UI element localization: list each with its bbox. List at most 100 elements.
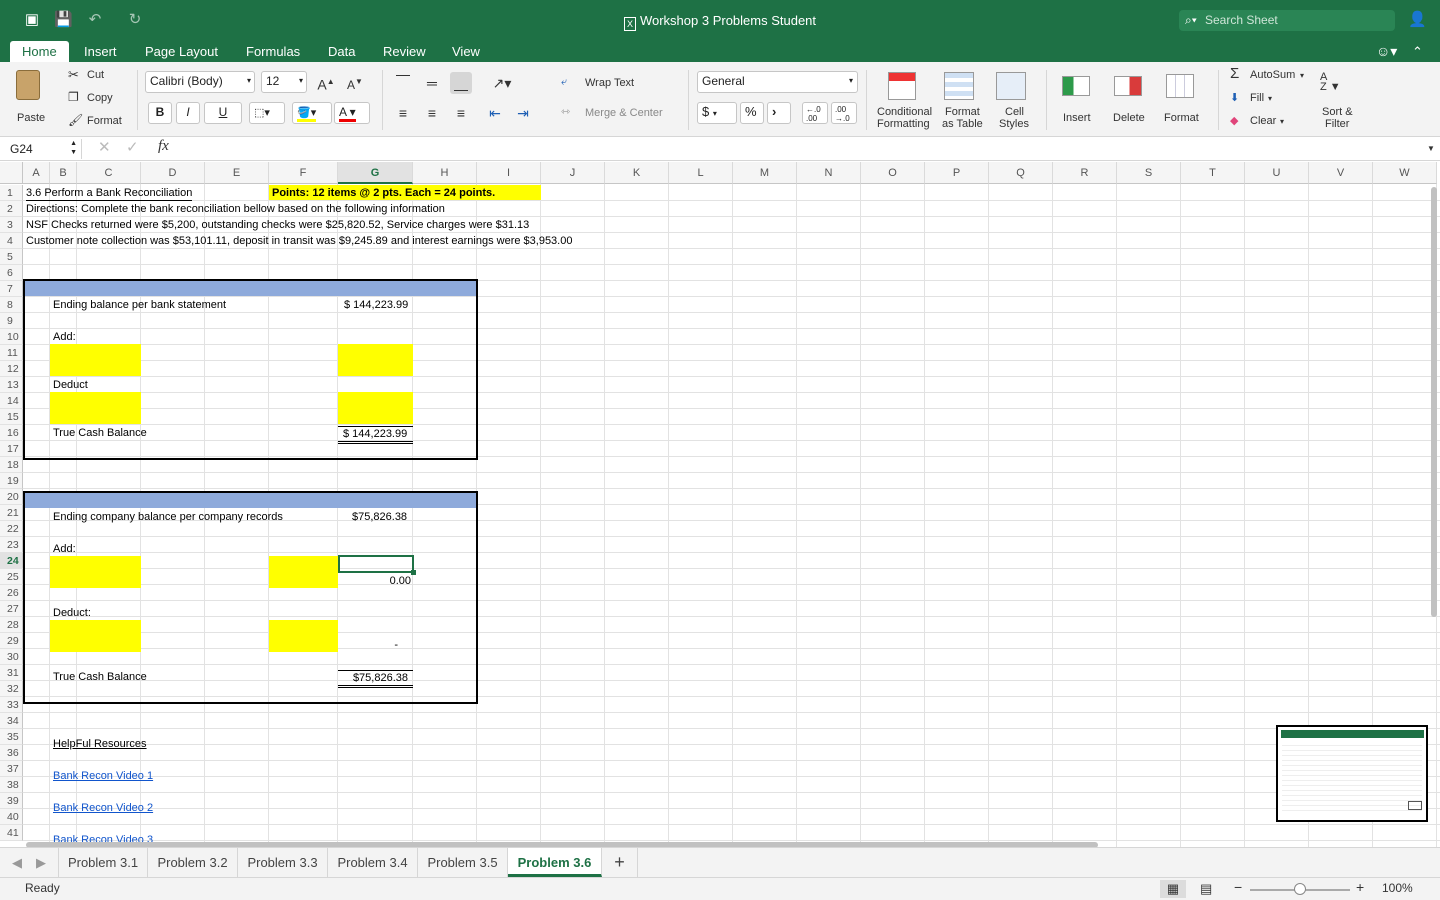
row-header-34[interactable]: 34: [0, 713, 23, 729]
cell-c31-label[interactable]: True Cash Balance: [53, 670, 147, 684]
name-box[interactable]: G24 ▲ ▼: [4, 139, 82, 159]
row-header-10[interactable]: 10: [0, 329, 23, 345]
row-header-2[interactable]: 2: [0, 201, 23, 217]
spreadsheet-grid[interactable]: ABCDEFGHIJKLMNOPQRSTUVW 1 2 3 4 5 6 7 8 9 10 11 12 1…: [0, 162, 1440, 847]
format-as-table-button[interactable]: Format as Table: [940, 68, 988, 132]
align-left-icon[interactable]: ≡: [392, 102, 414, 124]
row-header-7[interactable]: 7: [0, 281, 23, 297]
align-top-icon[interactable]: ⎺: [392, 70, 414, 92]
insert-cells-button[interactable]: Insert: [1054, 68, 1102, 132]
cell-g31-value[interactable]: $75,826.38: [338, 670, 413, 688]
sheet-thumbnail-preview[interactable]: [1276, 725, 1428, 822]
align-center-icon[interactable]: ≡: [421, 102, 443, 124]
enter-icon[interactable]: ✓: [126, 140, 139, 155]
column-header-g[interactable]: G: [338, 162, 413, 184]
row-header-29[interactable]: 29: [0, 633, 23, 649]
row-header-18[interactable]: 18: [0, 457, 23, 473]
cell-g16-value[interactable]: $ 144,223.99: [338, 426, 413, 444]
format-cells-button[interactable]: Format: [1158, 68, 1206, 132]
row-header-20[interactable]: 20: [0, 489, 23, 505]
column-header-a[interactable]: A: [23, 162, 50, 184]
cell-c27-label[interactable]: Deduct:: [53, 606, 91, 620]
feedback-smiley-icon[interactable]: ☺▾: [1376, 41, 1397, 62]
cell-g21-value[interactable]: $75,826.38: [352, 510, 407, 524]
column-header-r[interactable]: R: [1053, 162, 1117, 184]
normal-view-icon[interactable]: ▦: [1160, 880, 1186, 898]
borders-button[interactable]: ⬚▾: [249, 102, 285, 124]
share-user-icon[interactable]: 👤: [1408, 11, 1427, 29]
row-header-16[interactable]: 16: [0, 425, 23, 441]
search-sheet-input[interactable]: ⌕▾ Search Sheet: [1179, 10, 1395, 31]
align-right-icon[interactable]: ≡: [450, 102, 472, 124]
collapse-ribbon-icon[interactable]: ⌃: [1412, 41, 1423, 62]
underline-button[interactable]: U: [204, 102, 242, 124]
row-header-14[interactable]: 14: [0, 393, 23, 409]
tab-data[interactable]: Data: [328, 41, 355, 62]
column-header-i[interactable]: I: [477, 162, 541, 184]
column-header-b[interactable]: B: [50, 162, 77, 184]
row-header-19[interactable]: 19: [0, 473, 23, 489]
tab-home[interactable]: Home: [10, 41, 69, 62]
number-format-select[interactable]: General ▾: [697, 71, 858, 93]
column-header-p[interactable]: P: [925, 162, 989, 184]
percent-button[interactable]: %: [740, 102, 764, 124]
column-header-u[interactable]: U: [1245, 162, 1309, 184]
tab-page-layout[interactable]: Page Layout: [145, 41, 218, 62]
tab-view[interactable]: View: [452, 41, 480, 62]
row-header-9[interactable]: 9: [0, 313, 23, 329]
cell-c13-label[interactable]: Deduct: [53, 378, 88, 392]
column-header-w[interactable]: W: [1373, 162, 1437, 184]
font-name-select[interactable]: Calibri (Body) ▾: [145, 71, 255, 93]
increase-decimal-button[interactable]: ←.0.00: [802, 102, 828, 124]
column-header-k[interactable]: K: [605, 162, 669, 184]
cell-a4-info[interactable]: Customer note collection was $53,101.11,…: [26, 234, 572, 248]
row-header-32[interactable]: 32: [0, 681, 23, 697]
tab-problem-3-1[interactable]: Problem 3.1: [58, 848, 148, 877]
next-sheet-icon[interactable]: ▶: [34, 848, 48, 877]
column-header-t[interactable]: T: [1181, 162, 1245, 184]
tab-problem-3-2[interactable]: Problem 3.2: [148, 848, 238, 877]
italic-button[interactable]: I: [176, 102, 200, 124]
cancel-icon[interactable]: ✕: [98, 140, 111, 155]
column-header-n[interactable]: N: [797, 162, 861, 184]
column-header-f[interactable]: F: [269, 162, 338, 184]
row-header-27[interactable]: 27: [0, 601, 23, 617]
copy-button[interactable]: Copy: [87, 92, 113, 105]
orientation-icon[interactable]: ↗▾: [486, 72, 518, 94]
cut-button[interactable]: Cut: [87, 69, 104, 82]
row-header-5[interactable]: 5: [0, 249, 23, 265]
selected-cell-g24[interactable]: [338, 555, 414, 573]
column-header-h[interactable]: H: [413, 162, 477, 184]
column-header-j[interactable]: J: [541, 162, 605, 184]
increase-font-icon[interactable]: A▲: [315, 71, 337, 93]
decrease-font-icon[interactable]: A▼: [344, 71, 366, 93]
row-header-3[interactable]: 3: [0, 217, 23, 233]
increase-indent-icon[interactable]: ⇥: [512, 102, 534, 124]
paste-button[interactable]: Paste: [8, 68, 54, 128]
page-layout-view-icon[interactable]: ▤: [1200, 880, 1212, 898]
row-header-38[interactable]: 38: [0, 777, 23, 793]
row-header-13[interactable]: 13: [0, 377, 23, 393]
zoom-level[interactable]: 100%: [1382, 882, 1413, 895]
align-middle-icon[interactable]: ═: [421, 72, 443, 94]
fill-handle[interactable]: [411, 570, 416, 575]
expand-formula-icon[interactable]: ▼: [1427, 142, 1435, 155]
comma-button[interactable]: ›: [767, 102, 791, 124]
tab-problem-3-3[interactable]: Problem 3.3: [238, 848, 328, 877]
vertical-scrollbar[interactable]: [1431, 187, 1437, 617]
zoom-in-icon[interactable]: +: [1356, 880, 1364, 894]
select-all-corner[interactable]: [0, 162, 23, 184]
cell-c10-label[interactable]: Add:: [53, 330, 76, 344]
font-size-select[interactable]: 12 ▾: [261, 71, 307, 93]
decrease-decimal-button[interactable]: .00 →.0: [831, 102, 857, 124]
clear-button[interactable]: Clear: [1250, 115, 1276, 128]
fill-button[interactable]: Fill: [1250, 92, 1264, 105]
row-header-26[interactable]: 26: [0, 585, 23, 601]
bank-recon-video-1-link[interactable]: Bank Recon Video 1: [53, 769, 153, 783]
font-color-button[interactable]: A ▾: [334, 102, 370, 124]
cell-c16-label[interactable]: True Cash Balance: [53, 426, 147, 440]
cell-c8-label[interactable]: Ending balance per bank statement: [53, 298, 226, 312]
prev-sheet-icon[interactable]: ◀: [10, 848, 24, 877]
function-icon[interactable]: fx: [158, 139, 169, 154]
cell-c21-label[interactable]: Ending company balance per company recor…: [53, 510, 283, 524]
